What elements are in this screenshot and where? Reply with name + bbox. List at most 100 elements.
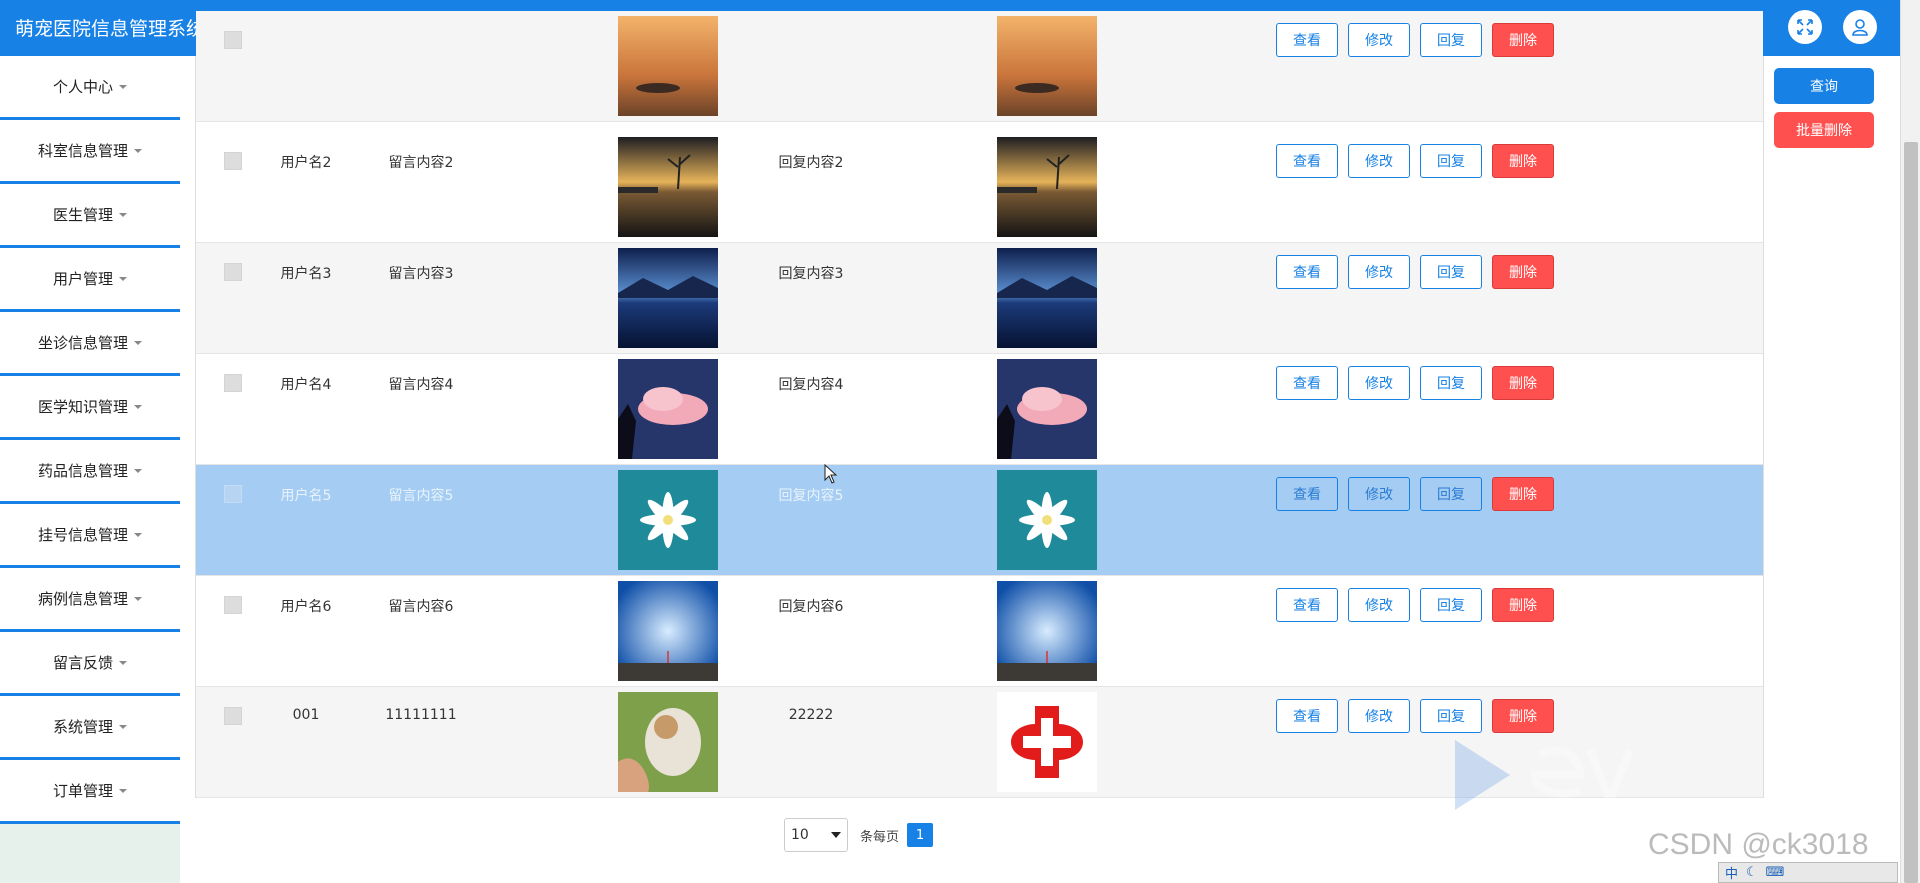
row-checkbox[interactable] xyxy=(224,374,242,392)
fullscreen-icon[interactable] xyxy=(1788,10,1822,44)
caret-down-icon xyxy=(119,212,127,217)
thumbnail-shape xyxy=(997,16,1097,116)
table-row[interactable]: 用户名5 留言内容5 回复内容5 查看 修改 回复 删除 xyxy=(196,465,1763,576)
table-row[interactable]: 用户名3 留言内容3 回复内容3 查看 修改 回复 删除 xyxy=(196,243,1763,354)
view-button[interactable]: 查看 xyxy=(1276,699,1338,733)
thumbnail-shape xyxy=(997,663,1097,681)
message-image[interactable] xyxy=(618,470,718,570)
caret-down-icon xyxy=(134,148,142,153)
sidebar-item-registration[interactable]: 挂号信息管理 xyxy=(0,504,180,568)
edit-button[interactable]: 修改 xyxy=(1348,23,1410,57)
row-checkbox[interactable] xyxy=(224,263,242,281)
row-checkbox[interactable] xyxy=(224,596,242,614)
reply-image[interactable] xyxy=(997,137,1097,237)
user-icon[interactable] xyxy=(1843,10,1877,44)
table-row[interactable]: 用户名6 留言内容6 回复内容6 查看 修改 回复 删除 xyxy=(196,576,1763,687)
message-table: 查看 修改 回复 删除 用户名2 留言内容2 回复内容2 查看 修改 回复 删除… xyxy=(195,11,1764,798)
page-number-current[interactable]: 1 xyxy=(907,823,934,847)
message-image[interactable] xyxy=(618,692,718,792)
sidebar-item-label: 医生管理 xyxy=(52,206,113,224)
sidebar-item-order[interactable]: 订单管理 xyxy=(0,760,180,824)
reply-button[interactable]: 回复 xyxy=(1420,477,1482,511)
sidebar-item-department[interactable]: 科室信息管理 xyxy=(0,120,180,184)
view-button[interactable]: 查看 xyxy=(1276,588,1338,622)
delete-button[interactable]: 删除 xyxy=(1492,255,1554,289)
delete-button[interactable]: 删除 xyxy=(1492,23,1554,57)
sidebar-item-user[interactable]: 用户管理 xyxy=(0,248,180,312)
reply-cell: 22222 xyxy=(788,707,834,723)
reply-image[interactable] xyxy=(997,692,1097,792)
delete-button[interactable]: 删除 xyxy=(1492,699,1554,733)
view-button[interactable]: 查看 xyxy=(1276,23,1338,57)
message-image[interactable] xyxy=(618,137,718,237)
thumbnail-shape xyxy=(618,16,718,116)
thumbnail-shape xyxy=(618,187,658,193)
reply-image[interactable] xyxy=(997,359,1097,459)
scrollbar-thumb[interactable] xyxy=(1904,142,1918,883)
reply-image[interactable] xyxy=(997,16,1097,116)
reply-button[interactable]: 回复 xyxy=(1420,366,1482,400)
view-button[interactable]: 查看 xyxy=(1276,255,1338,289)
thumbnail-shape xyxy=(997,187,1037,193)
reply-image[interactable] xyxy=(997,470,1097,570)
sidebar-item-consultation[interactable]: 坐诊信息管理 xyxy=(0,312,180,376)
sidebar-item-feedback[interactable]: 留言反馈 xyxy=(0,632,180,696)
sidebar-item-label: 坐诊信息管理 xyxy=(37,334,128,352)
edit-button[interactable]: 修改 xyxy=(1348,588,1410,622)
edit-button[interactable]: 修改 xyxy=(1348,366,1410,400)
table-row[interactable]: 查看 修改 回复 删除 xyxy=(196,11,1763,122)
caret-down-icon xyxy=(119,660,127,665)
table-row[interactable]: 用户名4 留言内容4 回复内容4 查看 修改 回复 删除 xyxy=(196,354,1763,465)
keyboard-icon: ⌨ xyxy=(1765,865,1785,880)
per-page-label: 条每页 xyxy=(860,829,900,845)
message-image[interactable] xyxy=(618,248,718,348)
page-size-select[interactable]: 10 xyxy=(784,818,848,852)
reply-image[interactable] xyxy=(997,581,1097,681)
reply-button[interactable]: 回复 xyxy=(1420,699,1482,733)
page-scrollbar[interactable] xyxy=(1900,0,1920,883)
edit-button[interactable]: 修改 xyxy=(1348,144,1410,178)
sidebar-item-case[interactable]: 病例信息管理 xyxy=(0,568,180,632)
message-image[interactable] xyxy=(618,359,718,459)
reply-button[interactable]: 回复 xyxy=(1420,255,1482,289)
message-image[interactable] xyxy=(618,16,718,116)
batch-delete-button[interactable]: 批量删除 xyxy=(1774,112,1874,148)
row-checkbox[interactable] xyxy=(224,485,242,503)
sidebar-item-medical-knowledge[interactable]: 医学知识管理 xyxy=(0,376,180,440)
view-button[interactable]: 查看 xyxy=(1276,477,1338,511)
delete-button[interactable]: 删除 xyxy=(1492,588,1554,622)
reply-button[interactable]: 回复 xyxy=(1420,144,1482,178)
message-image[interactable] xyxy=(618,581,718,681)
delete-button[interactable]: 删除 xyxy=(1492,144,1554,178)
sidebar-item-system[interactable]: 系统管理 xyxy=(0,696,180,760)
row-checkbox[interactable] xyxy=(224,707,242,725)
sidebar-item-personal-center[interactable]: 个人中心 xyxy=(0,56,180,120)
message-cell: 留言内容2 xyxy=(388,155,454,171)
query-button[interactable]: 查询 xyxy=(1774,68,1874,104)
caret-down-icon xyxy=(134,596,142,601)
edit-button[interactable]: 修改 xyxy=(1348,477,1410,511)
reply-button[interactable]: 回复 xyxy=(1420,23,1482,57)
app-title: 萌宠医院信息管理系统 xyxy=(15,18,206,40)
caret-down-icon xyxy=(134,340,142,345)
sidebar-item-doctor[interactable]: 医生管理 xyxy=(0,184,180,248)
edit-button[interactable]: 修改 xyxy=(1348,699,1410,733)
ime-indicator[interactable]: 中 xyxy=(1725,863,1738,882)
reply-image[interactable] xyxy=(997,248,1097,348)
row-checkbox[interactable] xyxy=(224,152,242,170)
delete-button[interactable]: 删除 xyxy=(1492,477,1554,511)
sidebar-item-label: 挂号信息管理 xyxy=(37,526,128,544)
row-checkbox[interactable] xyxy=(224,31,242,49)
table-row[interactable]: 用户名2 留言内容2 回复内容2 查看 修改 回复 删除 xyxy=(196,132,1763,243)
username-cell: 用户名2 xyxy=(280,155,332,171)
thumbnail-shape xyxy=(636,83,680,93)
sidebar-item-label: 系统管理 xyxy=(52,718,113,736)
view-button[interactable]: 查看 xyxy=(1276,144,1338,178)
system-tray: 中 ☾ ⌨ xyxy=(1718,862,1898,883)
reply-button[interactable]: 回复 xyxy=(1420,588,1482,622)
sidebar-item-medicine[interactable]: 药品信息管理 xyxy=(0,440,180,504)
edit-button[interactable]: 修改 xyxy=(1348,255,1410,289)
delete-button[interactable]: 删除 xyxy=(1492,366,1554,400)
view-button[interactable]: 查看 xyxy=(1276,366,1338,400)
thumbnail-shape xyxy=(654,715,678,739)
